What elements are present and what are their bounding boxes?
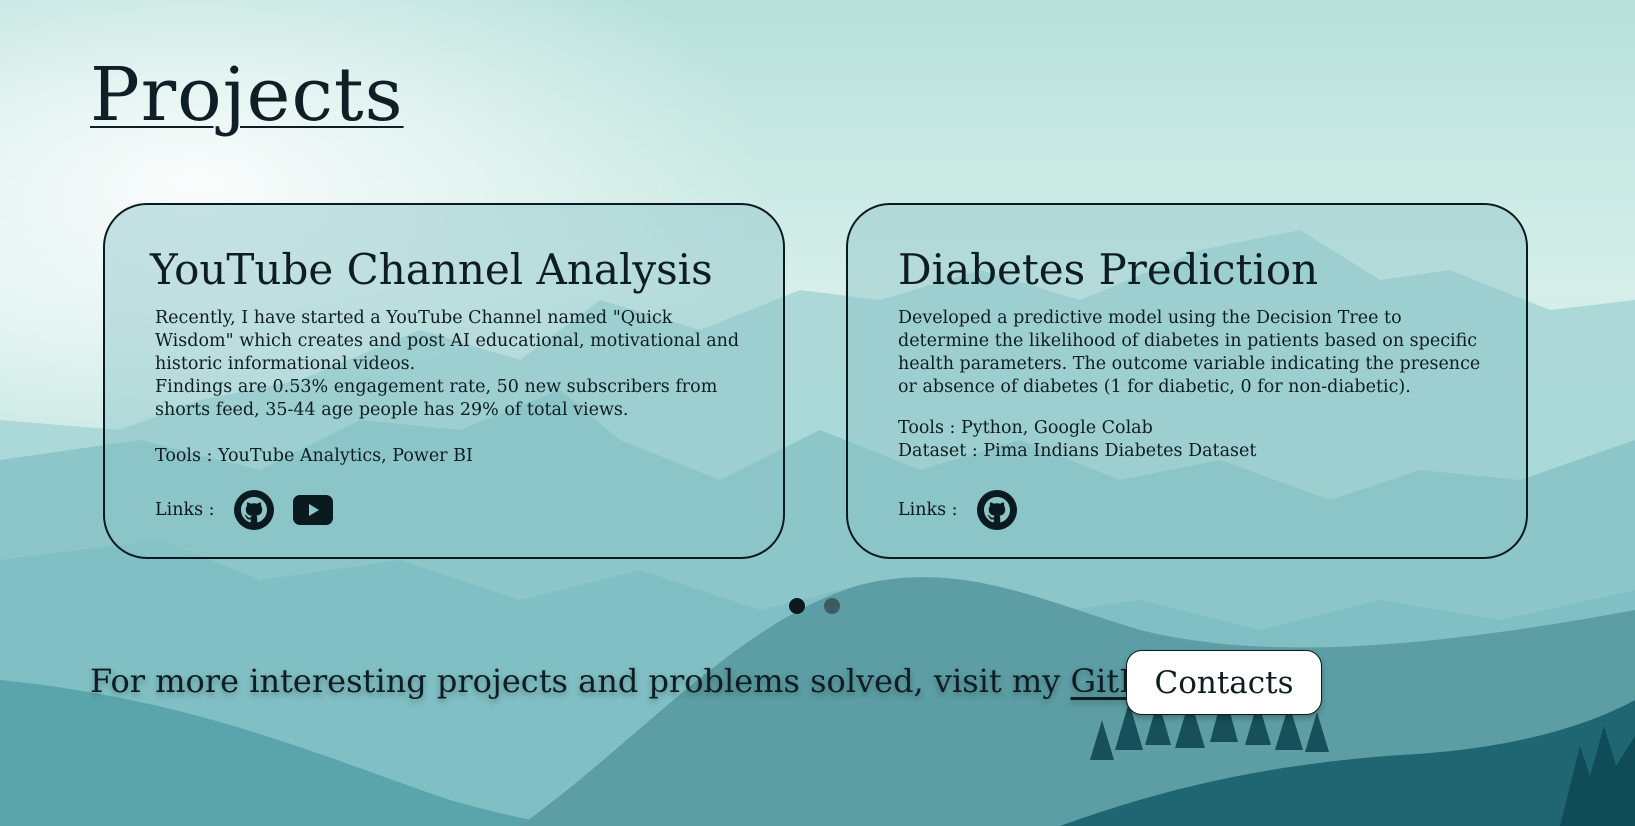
links-label: Links : bbox=[155, 500, 215, 520]
project-body: Recently, I have started a YouTube Chann… bbox=[155, 307, 755, 468]
youtube-icon[interactable] bbox=[292, 495, 333, 525]
footer-text: For more interesting projects and proble… bbox=[90, 662, 1071, 700]
project-card-youtube: YouTube Channel Analysis Recently, I hav… bbox=[103, 203, 785, 559]
contacts-button[interactable]: Contacts bbox=[1126, 650, 1322, 715]
project-links: Links : bbox=[155, 489, 333, 531]
project-body: Developed a predictive model using the D… bbox=[898, 307, 1498, 463]
project-dataset: Dataset : Pima Indians Diabetes Dataset bbox=[898, 441, 1257, 461]
footer-message: For more interesting projects and proble… bbox=[90, 662, 1188, 700]
project-title: Diabetes Prediction bbox=[898, 245, 1319, 294]
carousel-dot-2[interactable] bbox=[824, 598, 840, 614]
project-title: YouTube Channel Analysis bbox=[150, 245, 713, 294]
project-findings: Findings are 0.53% engagement rate, 50 n… bbox=[155, 377, 718, 420]
github-icon[interactable] bbox=[976, 489, 1018, 531]
carousel-dot-1[interactable] bbox=[789, 598, 805, 614]
project-links: Links : bbox=[898, 489, 1018, 531]
carousel-pagination bbox=[789, 598, 840, 614]
project-tools: Tools : Python, Google Colab bbox=[898, 418, 1153, 438]
links-label: Links : bbox=[898, 500, 958, 520]
project-card-diabetes: Diabetes Prediction Developed a predicti… bbox=[846, 203, 1528, 559]
page-content: Projects YouTube Channel Analysis Recent… bbox=[0, 0, 1635, 826]
project-description: Recently, I have started a YouTube Chann… bbox=[155, 308, 740, 374]
project-description: Developed a predictive model using the D… bbox=[898, 308, 1481, 397]
github-icon[interactable] bbox=[233, 489, 275, 531]
page-title: Projects bbox=[90, 52, 404, 138]
project-tools: Tools : YouTube Analytics, Power BI bbox=[155, 446, 473, 466]
